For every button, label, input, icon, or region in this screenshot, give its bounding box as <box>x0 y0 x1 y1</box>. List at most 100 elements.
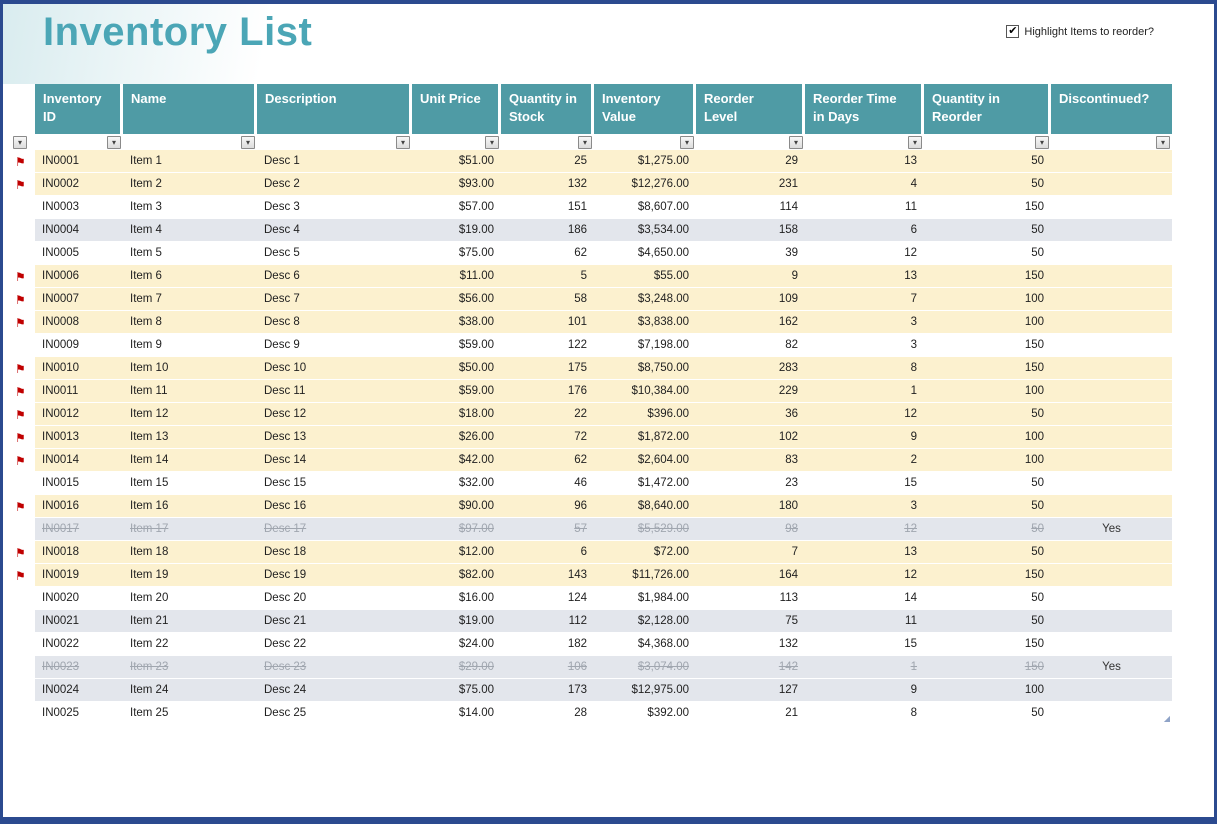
cell-reorder-time-in-days[interactable]: 8 <box>805 357 924 380</box>
cell-inventory-value[interactable]: $7,198.00 <box>594 334 696 357</box>
column-header-inventory-id[interactable]: Inventory ID <box>35 84 123 134</box>
cell-inventory-value[interactable]: $3,534.00 <box>594 219 696 242</box>
cell-reorder-time-in-days[interactable]: 12 <box>805 564 924 587</box>
cell-inventory-value[interactable]: $1,472.00 <box>594 472 696 495</box>
cell-quantity-in-stock[interactable]: 28 <box>501 702 594 725</box>
cell-discontinued[interactable]: Yes <box>1051 518 1172 541</box>
cell-inventory-value[interactable]: $4,650.00 <box>594 242 696 265</box>
cell-description[interactable]: Desc 1 <box>257 150 412 173</box>
cell-discontinued[interactable] <box>1051 564 1172 587</box>
column-header-unit-price[interactable]: Unit Price <box>412 84 501 134</box>
cell-unit-price[interactable]: $18.00 <box>412 403 501 426</box>
cell-unit-price[interactable]: $56.00 <box>412 288 501 311</box>
table-resize-handle[interactable]: ◢ <box>1164 715 1170 723</box>
cell-inventory-value[interactable]: $1,275.00 <box>594 150 696 173</box>
cell-reorder-time-in-days[interactable]: 11 <box>805 196 924 219</box>
cell-unit-price[interactable]: $57.00 <box>412 196 501 219</box>
cell-discontinued[interactable] <box>1051 495 1172 518</box>
cell-description[interactable]: Desc 13 <box>257 426 412 449</box>
filter-dropdown-button[interactable]: ▾ <box>1156 136 1170 149</box>
cell-discontinued[interactable] <box>1051 311 1172 334</box>
cell-name[interactable]: Item 17 <box>123 518 257 541</box>
cell-description[interactable]: Desc 19 <box>257 564 412 587</box>
cell-name[interactable]: Item 22 <box>123 633 257 656</box>
cell-inventory-id[interactable]: IN0005 <box>35 242 123 265</box>
cell-description[interactable]: Desc 23 <box>257 656 412 679</box>
cell-unit-price[interactable]: $82.00 <box>412 564 501 587</box>
cell-discontinued[interactable] <box>1051 449 1172 472</box>
cell-name[interactable]: Item 18 <box>123 541 257 564</box>
cell-quantity-in-stock[interactable]: 186 <box>501 219 594 242</box>
cell-quantity-in-stock[interactable]: 57 <box>501 518 594 541</box>
cell-inventory-id[interactable]: IN0013 <box>35 426 123 449</box>
cell-inventory-id[interactable]: IN0008 <box>35 311 123 334</box>
cell-name[interactable]: Item 2 <box>123 173 257 196</box>
cell-quantity-in-stock[interactable]: 173 <box>501 679 594 702</box>
cell-inventory-id[interactable]: IN0001 <box>35 150 123 173</box>
cell-unit-price[interactable]: $93.00 <box>412 173 501 196</box>
cell-name[interactable]: Item 19 <box>123 564 257 587</box>
cell-name[interactable]: Item 16 <box>123 495 257 518</box>
cell-quantity-in-reorder[interactable]: 50 <box>924 242 1051 265</box>
filter-dropdown-button[interactable]: ▾ <box>1035 136 1049 149</box>
cell-inventory-id[interactable]: IN0010 <box>35 357 123 380</box>
cell-reorder-level[interactable]: 82 <box>696 334 805 357</box>
cell-quantity-in-reorder[interactable]: 50 <box>924 472 1051 495</box>
filter-dropdown-button[interactable]: ▾ <box>396 136 410 149</box>
cell-unit-price[interactable]: $26.00 <box>412 426 501 449</box>
cell-quantity-in-reorder[interactable]: 50 <box>924 173 1051 196</box>
cell-reorder-level[interactable]: 98 <box>696 518 805 541</box>
cell-inventory-id[interactable]: IN0015 <box>35 472 123 495</box>
cell-description[interactable]: Desc 5 <box>257 242 412 265</box>
cell-reorder-time-in-days[interactable]: 9 <box>805 426 924 449</box>
cell-description[interactable]: Desc 12 <box>257 403 412 426</box>
cell-reorder-level[interactable]: 132 <box>696 633 805 656</box>
cell-quantity-in-stock[interactable]: 6 <box>501 541 594 564</box>
cell-unit-price[interactable]: $42.00 <box>412 449 501 472</box>
cell-reorder-time-in-days[interactable]: 12 <box>805 518 924 541</box>
column-header-reorder-time-in-days[interactable]: Reorder Time in Days <box>805 84 924 134</box>
cell-quantity-in-reorder[interactable]: 100 <box>924 679 1051 702</box>
cell-discontinued[interactable] <box>1051 150 1172 173</box>
cell-reorder-time-in-days[interactable]: 13 <box>805 541 924 564</box>
cell-quantity-in-stock[interactable]: 182 <box>501 633 594 656</box>
cell-quantity-in-stock[interactable]: 106 <box>501 656 594 679</box>
cell-reorder-time-in-days[interactable]: 15 <box>805 633 924 656</box>
cell-description[interactable]: Desc 11 <box>257 380 412 403</box>
cell-quantity-in-reorder[interactable]: 50 <box>924 587 1051 610</box>
cell-description[interactable]: Desc 8 <box>257 311 412 334</box>
cell-unit-price[interactable]: $38.00 <box>412 311 501 334</box>
filter-dropdown-button[interactable]: ▾ <box>13 136 27 149</box>
cell-quantity-in-reorder[interactable]: 50 <box>924 219 1051 242</box>
cell-inventory-id[interactable]: IN0025 <box>35 702 123 725</box>
cell-inventory-value[interactable]: $55.00 <box>594 265 696 288</box>
cell-inventory-id[interactable]: IN0023 <box>35 656 123 679</box>
cell-unit-price[interactable]: $24.00 <box>412 633 501 656</box>
cell-description[interactable]: Desc 18 <box>257 541 412 564</box>
cell-discontinued[interactable] <box>1051 173 1172 196</box>
cell-inventory-id[interactable]: IN0006 <box>35 265 123 288</box>
cell-quantity-in-stock[interactable]: 175 <box>501 357 594 380</box>
cell-inventory-value[interactable]: $2,128.00 <box>594 610 696 633</box>
cell-inventory-value[interactable]: $10,384.00 <box>594 380 696 403</box>
cell-quantity-in-reorder[interactable]: 100 <box>924 311 1051 334</box>
cell-reorder-level[interactable]: 83 <box>696 449 805 472</box>
cell-inventory-id[interactable]: IN0012 <box>35 403 123 426</box>
cell-quantity-in-stock[interactable]: 58 <box>501 288 594 311</box>
cell-discontinued[interactable] <box>1051 196 1172 219</box>
cell-unit-price[interactable]: $75.00 <box>412 679 501 702</box>
cell-quantity-in-reorder[interactable]: 150 <box>924 357 1051 380</box>
cell-quantity-in-reorder[interactable]: 50 <box>924 150 1051 173</box>
cell-reorder-level[interactable]: 36 <box>696 403 805 426</box>
cell-name[interactable]: Item 9 <box>123 334 257 357</box>
column-header-discontinued[interactable]: Discontinued? <box>1051 84 1172 134</box>
cell-unit-price[interactable]: $59.00 <box>412 380 501 403</box>
cell-name[interactable]: Item 1 <box>123 150 257 173</box>
cell-inventory-id[interactable]: IN0014 <box>35 449 123 472</box>
cell-inventory-value[interactable]: $3,248.00 <box>594 288 696 311</box>
cell-description[interactable]: Desc 3 <box>257 196 412 219</box>
cell-quantity-in-reorder[interactable]: 150 <box>924 633 1051 656</box>
cell-inventory-id[interactable]: IN0018 <box>35 541 123 564</box>
cell-description[interactable]: Desc 10 <box>257 357 412 380</box>
cell-discontinued[interactable] <box>1051 288 1172 311</box>
